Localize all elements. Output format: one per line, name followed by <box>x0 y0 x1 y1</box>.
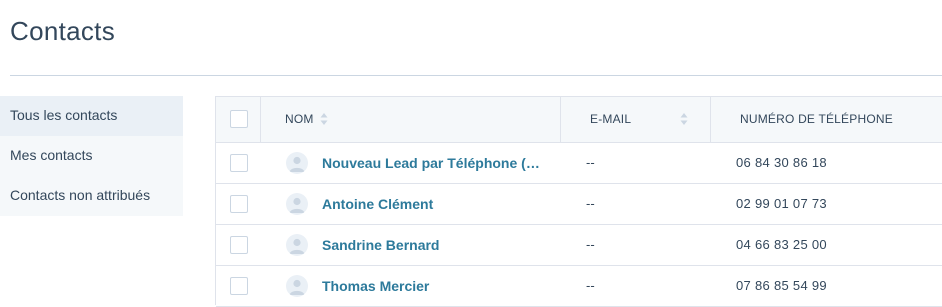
row-checkbox[interactable] <box>230 154 248 172</box>
column-divider <box>710 97 711 142</box>
row-checkbox[interactable] <box>230 236 248 254</box>
column-header-name[interactable]: NOM <box>285 97 314 142</box>
contact-name-link[interactable]: Sandrine Bernard <box>322 225 439 265</box>
sidebar-item-my-contacts[interactable]: Mes contacts <box>0 136 183 176</box>
page-title: Contacts <box>10 16 116 46</box>
contact-email: -- <box>586 278 595 293</box>
contact-name-link[interactable]: Antoine Clément <box>322 184 433 224</box>
avatar-icon <box>286 193 308 215</box>
contacts-view-sidebar: Tous les contacts Mes contacts Contacts … <box>0 96 183 216</box>
table-row[interactable]: Sandrine Bernard -- 04 66 83 25 00 <box>216 225 942 266</box>
column-header-email[interactable]: E-MAIL <box>590 97 631 142</box>
row-checkbox[interactable] <box>230 277 248 295</box>
sort-icon[interactable] <box>320 112 328 126</box>
sort-icon[interactable] <box>680 112 688 126</box>
avatar-icon <box>286 234 308 256</box>
sidebar-item-unassigned-contacts[interactable]: Contacts non attribués <box>0 176 183 216</box>
contact-name-link[interactable]: Nouveau Lead par Téléphone (… <box>322 143 540 183</box>
contact-phone: 04 66 83 25 00 <box>736 237 827 252</box>
contact-email: -- <box>586 196 595 211</box>
sidebar-item-all-contacts[interactable]: Tous les contacts <box>0 96 183 136</box>
column-divider <box>260 97 261 142</box>
table-row[interactable]: Thomas Mercier -- 07 86 85 54 99 <box>216 266 942 307</box>
column-divider <box>560 97 561 142</box>
contact-email: -- <box>586 155 595 170</box>
contact-phone: 07 86 85 54 99 <box>736 278 827 293</box>
column-header-phone[interactable]: NUMÉRO DE TÉLÉPHONE <box>740 97 893 142</box>
select-all-checkbox[interactable] <box>230 110 248 128</box>
contacts-table: NOM E-MAIL NUMÉRO DE TÉLÉPHONE Nouveau L… <box>215 96 942 307</box>
avatar-icon <box>286 152 308 174</box>
contact-phone: 06 84 30 86 18 <box>736 155 827 170</box>
table-row[interactable]: Antoine Clément -- 02 99 01 07 73 <box>216 184 942 225</box>
contact-email: -- <box>586 237 595 252</box>
contact-name-link[interactable]: Thomas Mercier <box>322 266 429 306</box>
row-checkbox[interactable] <box>230 195 248 213</box>
avatar-icon <box>286 275 308 297</box>
title-divider <box>10 75 942 76</box>
contact-phone: 02 99 01 07 73 <box>736 196 827 211</box>
table-header: NOM E-MAIL NUMÉRO DE TÉLÉPHONE <box>216 97 942 143</box>
table-row[interactable]: Nouveau Lead par Téléphone (… -- 06 84 3… <box>216 143 942 184</box>
